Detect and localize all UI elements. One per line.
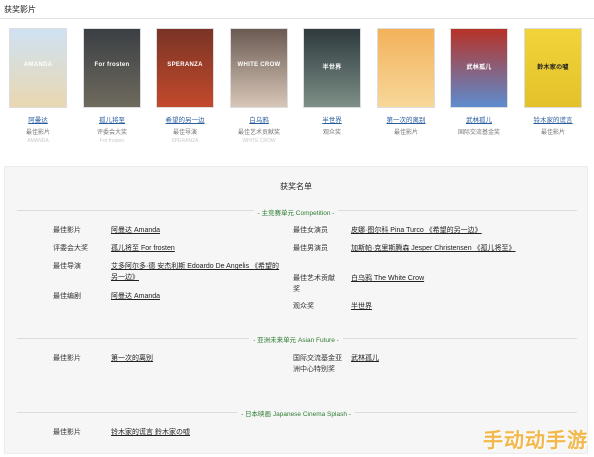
film-title-link[interactable]: 半世界 xyxy=(302,114,362,124)
award-category: 最佳艺术贡献奖 xyxy=(293,275,335,293)
award-row: 最佳女演员 皮娜·图尔科 Pina Turco 《希望的另一边》 xyxy=(293,225,543,237)
award-category: 最佳编剧 xyxy=(53,293,81,300)
award-category: 最佳影片 xyxy=(53,355,81,362)
section-label-asian-future: - 亚洲未来单元 Asian Future - xyxy=(5,334,587,344)
award-row: 评委会大奖 孤儿将至 For frosten xyxy=(53,243,293,255)
award-winner[interactable]: 阿曼达 Amanda xyxy=(111,291,281,302)
award-row: 最佳艺术贡献奖 白乌鸦 The White Crow xyxy=(293,273,543,297)
award-row: 最佳编剧 阿曼达 Amanda xyxy=(53,291,293,303)
award-winner-link[interactable]: 阿曼达 Amanda xyxy=(111,227,160,234)
film-gallery: AMANDA 阿曼达 最佳影片 AMANDA For frosten 孤儿将至 … xyxy=(0,28,594,148)
award-winner[interactable]: 半世界 xyxy=(351,301,541,312)
film-poster[interactable]: WHITE CROW xyxy=(230,28,288,108)
award-winner[interactable]: 白乌鸦 The White Crow xyxy=(351,273,541,284)
poster-caption: AMANDA xyxy=(23,62,53,68)
film-card[interactable]: 半世界 半世界 观众奖 xyxy=(302,28,362,138)
page-title: 获奖影片 xyxy=(4,5,36,14)
award-winner[interactable]: 铃木家的谎言 鈴木家の嘘 xyxy=(111,427,301,438)
poster-caption: SPERANZA xyxy=(167,62,203,68)
award-category: 观众奖 xyxy=(293,303,314,310)
film-card[interactable]: 武林孤儿 武林孤儿 国际交流基金奖 xyxy=(449,28,509,138)
section-label-japanese-cinema: - 日本映画 Japanese Cinema Splash - xyxy=(5,408,587,418)
section-label-competition: - 主竞赛单元 Competition - xyxy=(5,207,587,217)
film-card[interactable]: WHITE CROW 白乌鸦 最佳艺术贡献奖 WHITE CROW xyxy=(229,28,289,144)
film-card[interactable]: 鈴木家の嘘 铃木家的谎言 最佳影片 xyxy=(523,28,583,138)
film-poster[interactable]: AMANDA xyxy=(9,28,67,108)
award-list-panel: 获奖名单 - 主竞赛单元 Competition - 最佳影片 阿曼达 Aman… xyxy=(4,166,588,454)
award-winner[interactable]: 阿曼达 Amanda xyxy=(111,225,281,236)
award-category: 评委会大奖 xyxy=(53,245,88,252)
film-title-link[interactable]: 阿曼达 xyxy=(8,114,68,124)
site-watermark: 手动动手游 xyxy=(483,430,588,452)
award-winner-link[interactable]: 加斯帕·克里斯腾森 Jesper Christensen 《孤儿将至》 xyxy=(351,245,516,252)
poster-caption: 半世界 xyxy=(322,65,342,71)
film-poster[interactable] xyxy=(377,28,435,108)
film-poster[interactable]: 半世界 xyxy=(303,28,361,108)
award-row: 最佳男演员 加斯帕·克里斯腾森 Jesper Christensen 《孤儿将至… xyxy=(293,243,543,269)
film-subtitle: SPERANZA xyxy=(171,138,199,144)
film-subtitle: WHITE CROW xyxy=(242,138,276,144)
award-winner[interactable]: 孤儿将至 For frosten xyxy=(111,243,281,254)
award-category: 最佳影片 xyxy=(53,429,81,436)
award-winner[interactable]: 艾多阿尔多·德 安杰利斯 Edoardo De Angelis 《希望的另一边》 xyxy=(111,261,281,283)
award-winner[interactable]: 第一次的离别 xyxy=(111,353,281,364)
film-poster[interactable]: SPERANZA xyxy=(156,28,214,108)
award-winner-link[interactable]: 武林孤儿 xyxy=(351,355,379,362)
award-winner-link[interactable]: 艾多阿尔多·德 安杰利斯 Edoardo De Angelis 《希望的另一边》 xyxy=(111,263,279,281)
award-winner-link[interactable]: 阿曼达 Amanda xyxy=(111,293,160,300)
film-title-link[interactable]: 第一次的离别 xyxy=(376,114,436,124)
film-title-link[interactable]: 孤儿将至 xyxy=(82,114,142,124)
film-poster[interactable]: 武林孤儿 xyxy=(450,28,508,108)
film-title-link[interactable]: 白乌鸦 xyxy=(229,114,289,124)
film-poster[interactable]: For frosten xyxy=(83,28,141,108)
award-category: 最佳男演员 xyxy=(293,245,328,252)
award-winner-link[interactable]: 半世界 xyxy=(351,303,372,310)
poster-caption: 鈴木家の嘘 xyxy=(537,65,569,71)
award-category: 最佳导演 xyxy=(53,263,81,270)
award-winner-link[interactable]: 铃木家的谎言 鈴木家の嘘 xyxy=(111,429,190,436)
award-winner-link[interactable]: 孤儿将至 For frosten xyxy=(111,245,175,252)
poster-caption: WHITE CROW xyxy=(237,62,281,68)
film-award: 最佳影片 xyxy=(540,130,565,136)
film-card[interactable]: For frosten 孤儿将至 评委会大奖 For frosten xyxy=(82,28,142,144)
film-award: 最佳影片 xyxy=(25,130,50,136)
film-subtitle: AMANDA xyxy=(27,138,49,144)
film-title-link[interactable]: 铃木家的谎言 xyxy=(523,114,583,124)
film-award: 最佳影片 xyxy=(393,130,418,136)
award-winner[interactable]: 加斯帕·克里斯腾森 Jesper Christensen 《孤儿将至》 xyxy=(351,243,541,254)
film-award: 国际交流基金奖 xyxy=(457,130,500,136)
film-card[interactable]: AMANDA 阿曼达 最佳影片 AMANDA xyxy=(8,28,68,144)
award-row: 最佳导演 艾多阿尔多·德 安杰利斯 Edoardo De Angelis 《希望… xyxy=(53,261,293,287)
film-subtitle: For frosten xyxy=(99,138,125,144)
film-title-link[interactable]: 希望的另一边 xyxy=(155,114,215,124)
award-winner-link[interactable]: 白乌鸦 The White Crow xyxy=(351,275,424,282)
film-award: 最佳导演 xyxy=(172,130,197,136)
award-list-title: 获奖名单 xyxy=(280,182,312,191)
award-category: 国际交流基金亚洲中心特别奖 xyxy=(293,355,342,373)
award-row: 国际交流基金亚洲中心特别奖 武林孤儿 xyxy=(293,353,543,389)
award-winner[interactable]: 皮娜·图尔科 Pina Turco 《希望的另一边》 xyxy=(351,225,541,236)
award-category: 最佳女演员 xyxy=(293,227,328,234)
film-card[interactable]: 第一次的离别 最佳影片 xyxy=(376,28,436,138)
film-title-link[interactable]: 武林孤儿 xyxy=(449,114,509,124)
award-row: 最佳影片 第一次的离别 xyxy=(53,353,293,365)
film-card[interactable]: SPERANZA 希望的另一边 最佳导演 SPERANZA xyxy=(155,28,215,144)
award-row: 最佳影片 阿曼达 Amanda xyxy=(53,225,293,237)
award-winner-link[interactable]: 第一次的离别 xyxy=(111,355,153,362)
award-row: 观众奖 半世界 xyxy=(293,301,543,313)
award-winner-link[interactable]: 皮娜·图尔科 Pina Turco 《希望的另一边》 xyxy=(351,227,482,234)
title-divider xyxy=(0,18,594,19)
award-winner[interactable]: 武林孤儿 xyxy=(351,353,541,364)
poster-caption: For frosten xyxy=(94,62,130,68)
film-award: 最佳艺术贡献奖 xyxy=(237,130,280,136)
film-poster[interactable]: 鈴木家の嘘 xyxy=(524,28,582,108)
award-category: 最佳影片 xyxy=(53,227,81,234)
film-award: 评委会大奖 xyxy=(96,130,127,136)
film-award: 观众奖 xyxy=(322,130,341,136)
poster-caption: 武林孤儿 xyxy=(466,65,492,71)
award-row: 最佳影片 铃木家的谎言 鈴木家の嘘 xyxy=(53,427,313,439)
